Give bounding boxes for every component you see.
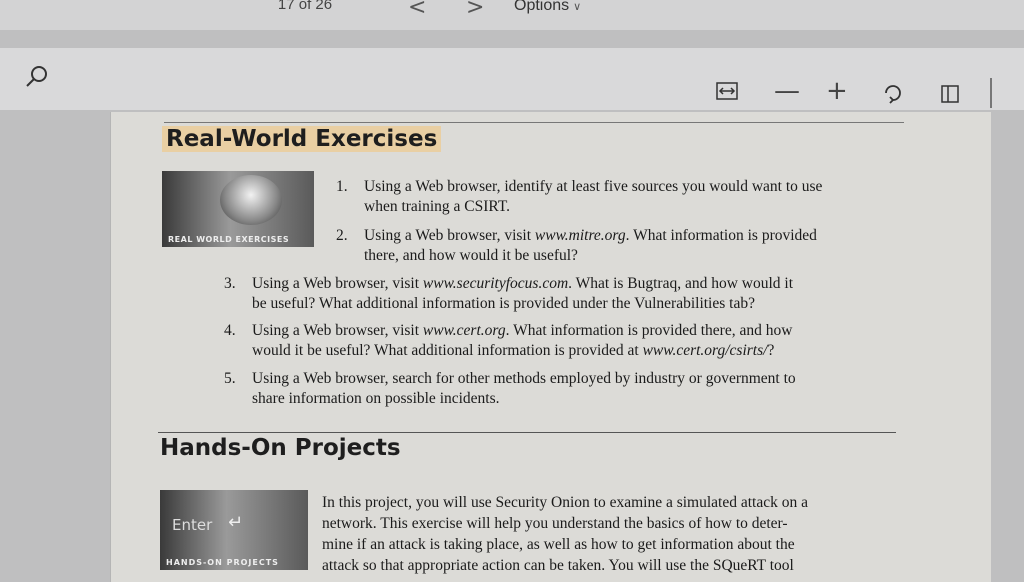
toolbar-divider bbox=[990, 78, 992, 108]
viewer-toolbar bbox=[0, 48, 1024, 110]
previous-page-button[interactable]: < bbox=[408, 0, 426, 20]
page-view-icon[interactable] bbox=[940, 84, 962, 104]
section-rule bbox=[158, 432, 896, 433]
item-line: Using a Web browser, visit www.cert.org.… bbox=[252, 322, 793, 339]
item-number: 3. bbox=[224, 275, 236, 292]
item-line: Using a Web browser, visit www.mitre.org… bbox=[364, 227, 817, 244]
item-number: 2. bbox=[336, 227, 348, 244]
page-counter-box bbox=[0, 0, 1024, 30]
paragraph-line: attack so that appropriate action can be… bbox=[322, 557, 794, 574]
link-text: www.mitre.org bbox=[534, 227, 626, 244]
item-line: when training a CSIRT. bbox=[364, 198, 511, 215]
rotate-icon[interactable] bbox=[882, 82, 904, 104]
fit-width-icon[interactable] bbox=[716, 82, 738, 100]
graphic-label: REAL WORLD EXERCISES bbox=[168, 235, 290, 244]
real-world-exercises-graphic: REAL WORLD EXERCISES bbox=[162, 171, 314, 247]
item-number: 5. bbox=[224, 370, 236, 387]
next-page-button[interactable]: > bbox=[466, 0, 484, 20]
link-text: www.securityfocus.com bbox=[422, 275, 569, 292]
item-number: 4. bbox=[224, 322, 236, 339]
item-line: be useful? What additional information i… bbox=[252, 295, 755, 312]
enter-key-text: Enter bbox=[172, 516, 213, 534]
zoom-out-icon[interactable]: — bbox=[774, 76, 800, 106]
section-title-hands-on: Hands-On Projects bbox=[160, 435, 401, 461]
options-dropdown[interactable]: Options ∨ bbox=[514, 0, 581, 15]
paragraph-line: mine if an attack is taking place, as we… bbox=[322, 536, 795, 553]
paragraph-line: In this project, you will use Security O… bbox=[322, 494, 808, 511]
zoom-in-icon[interactable]: + bbox=[826, 76, 848, 106]
graphic-label: HANDS-ON PROJECTS bbox=[166, 558, 279, 567]
options-label: Options bbox=[514, 0, 570, 14]
item-number: 1. bbox=[336, 178, 348, 195]
hands-on-projects-graphic: Enter ↵ HANDS-ON PROJECTS bbox=[160, 490, 308, 570]
link-text: www.cert.org bbox=[422, 322, 506, 339]
chevron-down-icon: ∨ bbox=[573, 1, 582, 13]
project-paragraph: In this project, you will use Security O… bbox=[322, 492, 898, 576]
search-icon[interactable] bbox=[24, 64, 50, 90]
item-line: share information on possible incidents. bbox=[252, 390, 500, 407]
enter-arrow-icon: ↵ bbox=[228, 512, 244, 533]
link-text: www.cert.org/csirts/ bbox=[642, 342, 768, 359]
globe-icon bbox=[220, 175, 282, 225]
item-line: would it be useful? What additional info… bbox=[252, 342, 775, 359]
page-counter: 17 of 26 bbox=[277, 0, 333, 13]
item-line: Using a Web browser, identify at least f… bbox=[364, 178, 823, 195]
item-line: Using a Web browser, visit www.securityf… bbox=[252, 275, 794, 292]
item-line: Using a Web browser, search for other me… bbox=[252, 370, 796, 387]
paragraph-line: network. This exercise will help you und… bbox=[322, 515, 788, 532]
item-line: there, and how would it be useful? bbox=[364, 247, 578, 264]
section-rule bbox=[164, 122, 904, 123]
section-title-real-world: Real-World Exercises bbox=[162, 126, 442, 152]
